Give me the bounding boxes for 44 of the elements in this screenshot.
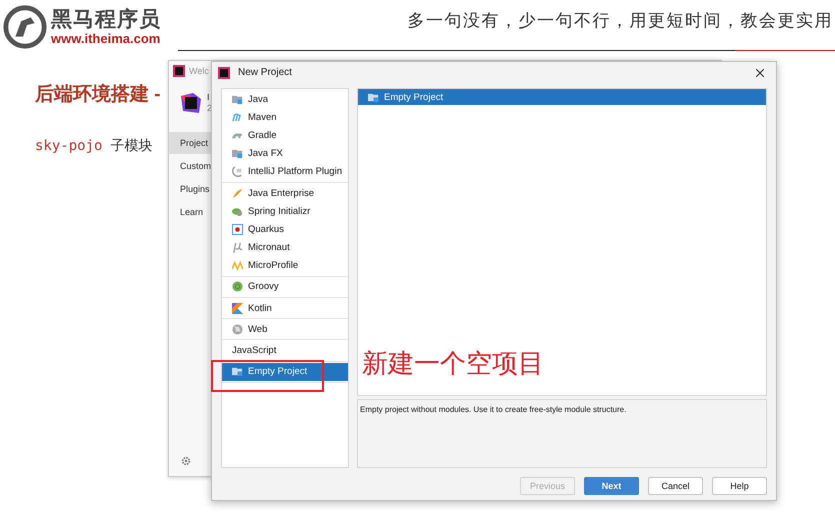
dialog-button[interactable]: Cancel (648, 477, 703, 495)
project-type-item[interactable]: Empty Project (358, 89, 766, 105)
generator-item[interactable]: Java Enterprise (222, 184, 348, 202)
tagline: 多一句没有，少一句不行，用更短时间，教会更实用 (408, 10, 833, 32)
generator-item[interactable]: Groovy (222, 278, 348, 296)
horse-logo-icon (2, 4, 48, 50)
generator-item[interactable]: Kotlin (222, 299, 348, 318)
code-term: sky-pojo (35, 138, 102, 154)
app-icon (173, 64, 185, 76)
dialog-title: New Project (238, 67, 293, 78)
dialog-button[interactable]: Help (712, 477, 767, 495)
app-icon (218, 66, 230, 78)
window-title: Welc (189, 66, 209, 76)
generator-item[interactable]: Spring Initializr (222, 202, 348, 220)
folder-icon (232, 366, 243, 378)
app-name: I (207, 92, 211, 103)
generator-item[interactable]: JavaScript (222, 341, 348, 360)
generator-item[interactable]: Web (222, 320, 348, 338)
generator-item[interactable]: Micronaut (222, 238, 348, 257)
generator-item[interactable]: IntelliJ Platform Plugin (222, 162, 348, 181)
folder-icon (368, 92, 379, 102)
sidebar-item[interactable]: Project (169, 132, 212, 154)
generator-item[interactable]: Empty Project (222, 362, 348, 381)
sidebar-item[interactable]: Learn (169, 201, 212, 223)
generator-item[interactable]: Java (222, 90, 348, 108)
annotation-text: 新建一个空项目 (362, 347, 544, 380)
app-logo-icon (181, 93, 201, 113)
close-icon[interactable] (756, 68, 764, 76)
generator-item[interactable]: Gradle (222, 126, 348, 145)
description-text: Empty project without modules. Use it to create free-style module structure. (360, 405, 626, 414)
slide-heading: 后端环境搭建 - (35, 82, 161, 107)
dialog-button[interactable]: Next (584, 477, 639, 495)
sidebar-item[interactable]: Custom (169, 155, 212, 177)
body-text: 子模块 (110, 137, 152, 155)
generator-item[interactable]: Quarkus (222, 220, 348, 238)
sidebar-item[interactable]: Plugins (169, 178, 212, 200)
folder-icon (232, 94, 243, 105)
generator-item[interactable]: Maven (222, 108, 348, 126)
folder-icon (232, 148, 243, 160)
logo-name: 黑马程序员 (51, 8, 161, 30)
logo-url: www.itheima.com (51, 32, 161, 44)
generator-item[interactable]: Java FX (222, 144, 348, 163)
settings-icon[interactable] (181, 456, 191, 466)
generator-item[interactable]: MicroProfile (222, 256, 348, 275)
